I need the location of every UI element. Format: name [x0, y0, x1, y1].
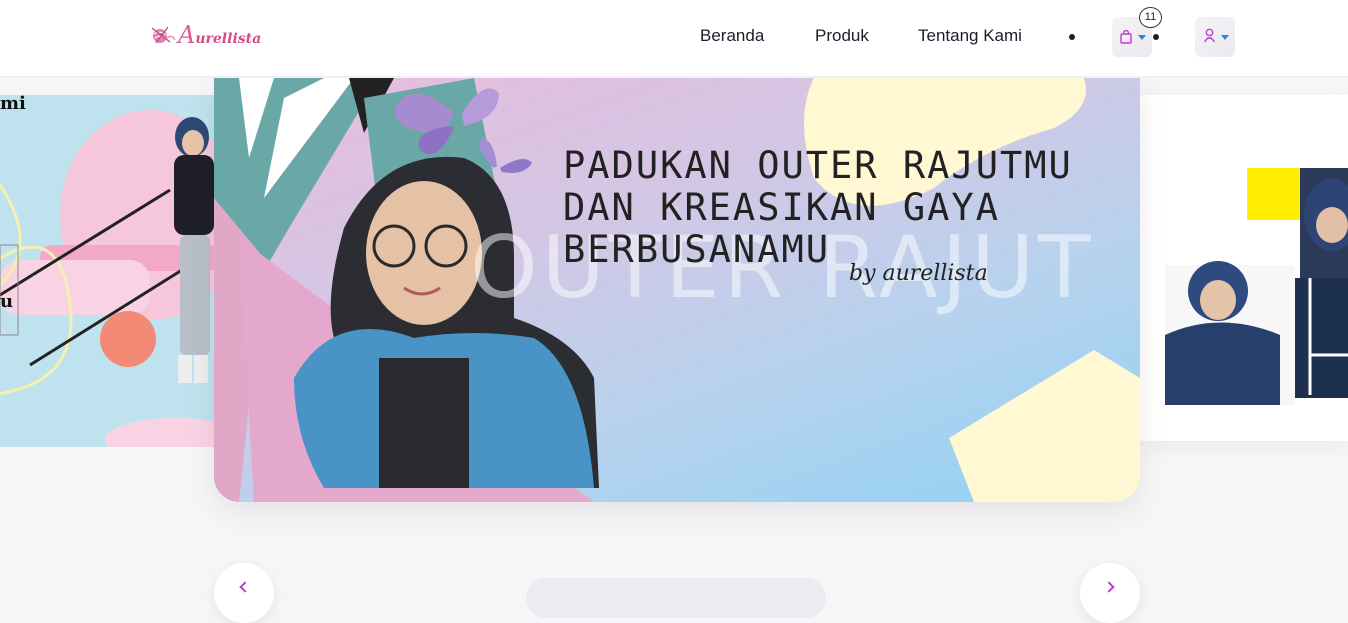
brand-name: Aurellista — [178, 21, 262, 49]
caret-down-icon — [1221, 35, 1229, 40]
carousel-prev-button[interactable] — [214, 563, 274, 623]
carousel-next-button[interactable] — [1080, 563, 1140, 623]
chevron-left-icon — [239, 581, 251, 593]
nav-dot-indicator — [1069, 34, 1075, 40]
user-icon — [1203, 28, 1216, 47]
model-photo — [294, 156, 599, 488]
cart-dot-indicator — [1153, 34, 1159, 40]
chevron-right-icon — [1103, 581, 1115, 593]
yarn-ball-icon — [150, 24, 176, 46]
brand-logo[interactable]: Aurellista — [150, 20, 261, 50]
slide-side-fragment: u — [0, 291, 14, 312]
cart-count-badge: 11 — [1139, 7, 1162, 28]
hero-banner[interactable]: OUTER RAJUT PADUKAN OUTER RAJUTMU DAN KR… — [214, 78, 1140, 502]
carousel-slide-prev[interactable]: mi u — [0, 95, 214, 447]
nav-link-produk[interactable]: Produk — [815, 26, 869, 46]
hero-signature: by aurellista — [849, 261, 988, 286]
shopping-bag-icon — [1120, 29, 1132, 48]
caret-down-icon — [1138, 35, 1146, 40]
hero-headline: PADUKAN OUTER RAJUTMU DAN KREASIKAN GAYA… — [563, 144, 1073, 271]
model-photo — [160, 115, 214, 405]
carousel-indicator-bar[interactable] — [526, 578, 826, 618]
nav-link-beranda[interactable]: Beranda — [700, 26, 764, 46]
user-menu-button[interactable] — [1195, 17, 1235, 57]
slide-collage — [1165, 168, 1348, 405]
nav-link-tentang-kami[interactable]: Tentang Kami — [918, 26, 1022, 46]
carousel-slide-next[interactable] — [1140, 95, 1348, 441]
top-navbar: Aurellista Beranda Produk Tentang Kami 1… — [0, 0, 1348, 77]
